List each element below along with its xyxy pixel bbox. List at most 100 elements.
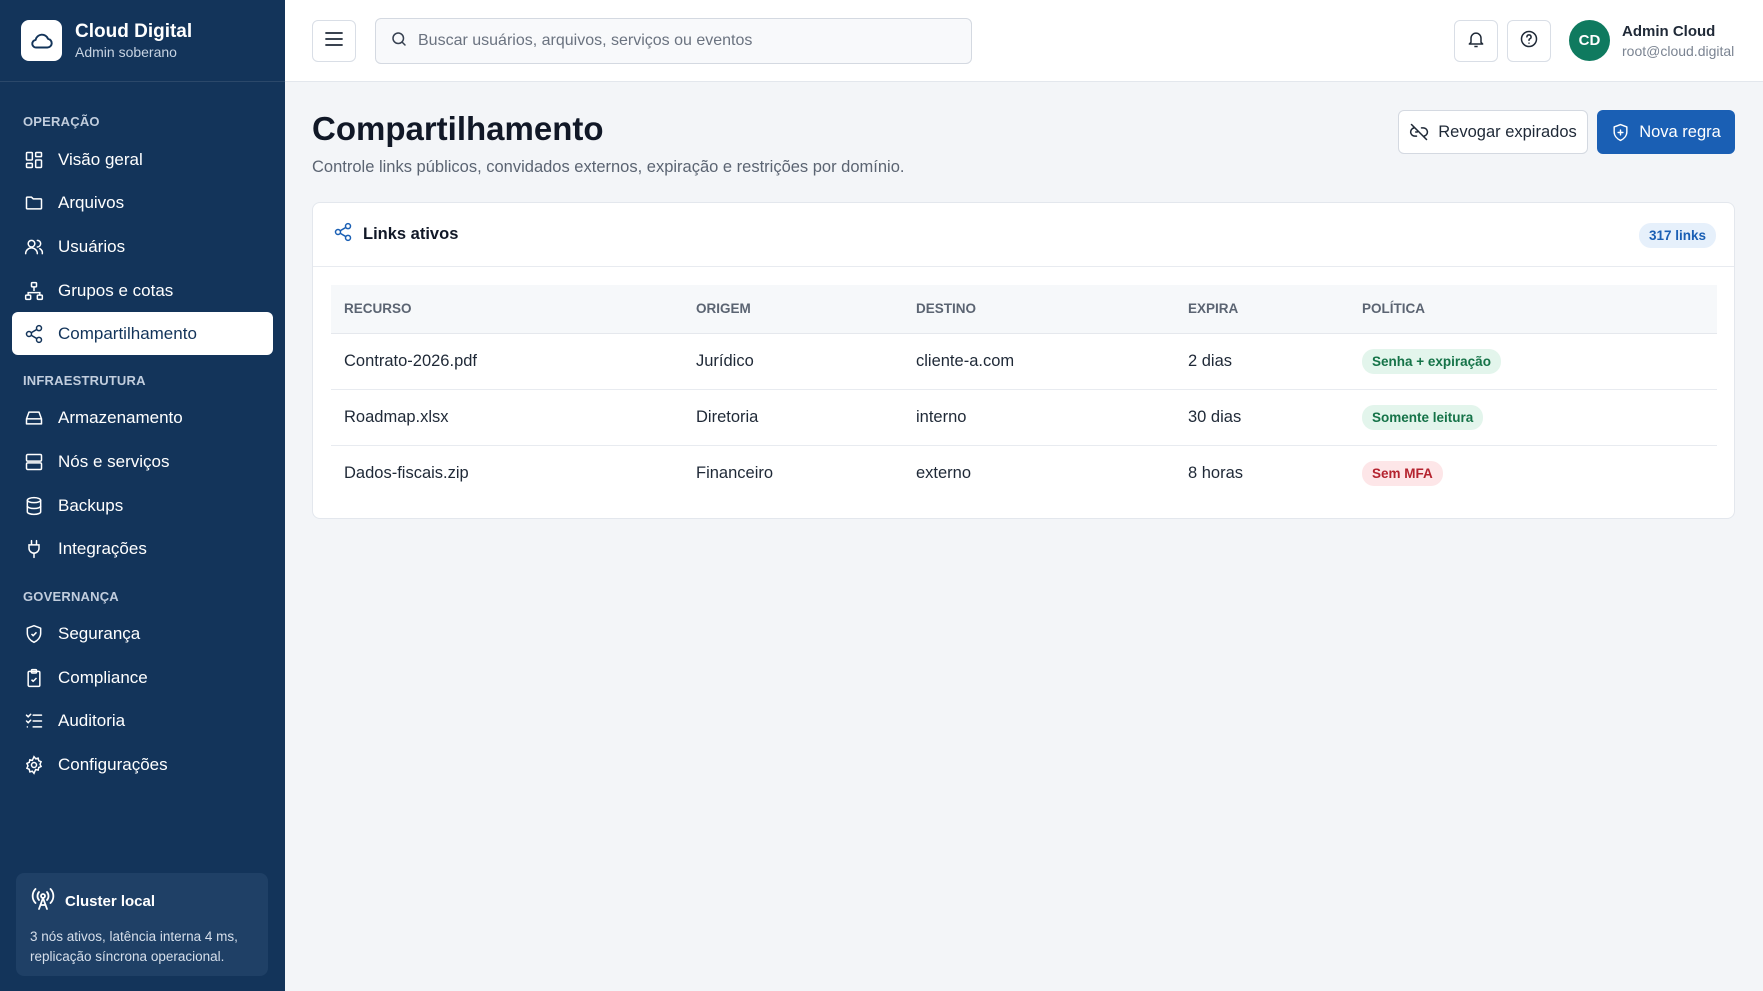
cloud-logo-icon [21, 20, 62, 61]
sidebar-item-usuarios[interactable]: Usuários [12, 225, 273, 268]
column-header-destino[interactable]: DESTINO [903, 285, 1175, 334]
card-header: Links ativos 317 links [313, 203, 1734, 267]
cell-resource: Roadmap.xlsx [331, 389, 683, 446]
hierarchy-icon [23, 280, 45, 302]
section-governanca: GOVERNANÇA [23, 589, 119, 604]
section-operacao: OPERAÇÃO [23, 114, 100, 129]
column-header-politica[interactable]: POLÍTICA [1349, 285, 1717, 334]
sidebar-item-label: Segurança [58, 623, 141, 643]
cell-policy: Senha + expiração [1349, 333, 1717, 390]
cell-policy: Sem MFA [1349, 445, 1717, 501]
user-name: Admin Cloud [1622, 23, 1716, 40]
sidebar-item-label: Visão geral [58, 149, 143, 169]
bell-icon [1466, 29, 1486, 54]
cell-expires: 8 horas [1188, 463, 1244, 482]
table-header-row: RECURSO ORIGEM DESTINO EXPIRA POLÍTICA [331, 285, 1717, 334]
cell-origin: Diretoria [683, 389, 903, 446]
broadcast-icon [30, 887, 56, 915]
table-row[interactable]: Dados-fiscais.zip Financeiro externo 8 h… [331, 445, 1717, 501]
share-icon [23, 323, 45, 345]
brand-subtitle: Admin soberano [75, 43, 177, 60]
sidebar-item-grupos-cotas[interactable]: Grupos e cotas [12, 269, 273, 312]
table-row[interactable]: Contrato-2026.pdf Jurídico cliente-a.com… [331, 333, 1717, 390]
sidebar-item-nos-servicos[interactable]: Nós e serviços [12, 440, 273, 483]
cell-resource: Dados-fiscais.zip [344, 463, 469, 482]
brand-title: Cloud Digital [75, 20, 193, 42]
sidebar-item-integracoes[interactable]: Integrações [12, 527, 273, 570]
shield-plus-icon [1611, 123, 1630, 142]
sidebar-item-auditoria[interactable]: Auditoria [12, 699, 273, 742]
sidebar-item-label: Nós e serviços [58, 451, 170, 471]
section-infraestrutura: INFRAESTRUTURA [23, 373, 146, 388]
help-button[interactable] [1507, 20, 1551, 62]
column-header-origem[interactable]: ORIGEM [683, 285, 903, 334]
sidebar-item-label: Configurações [58, 754, 168, 774]
sidebar-item-label: Compartilhamento [58, 323, 197, 343]
new-rule-button[interactable]: Nova regra [1597, 110, 1735, 154]
cell-origin: Jurídico [683, 333, 903, 390]
sidebar-item-compliance[interactable]: Compliance [12, 656, 273, 699]
page-subtitle: Controle links públicos, convidados exte… [312, 158, 905, 176]
folder-icon [23, 192, 45, 214]
sidebar-item-backups[interactable]: Backups [12, 484, 273, 527]
active-links-card: Links ativos 317 links RECURSO ORIGEM DE… [312, 202, 1735, 519]
gear-icon [23, 754, 45, 776]
new-rule-label: Nova regra [1639, 122, 1721, 141]
cell-expires: 2 dias [1175, 333, 1349, 390]
cell-resource: Contrato-2026.pdf [331, 333, 683, 390]
card-title: Links ativos [363, 225, 459, 243]
cell-destination: cliente-a.com [903, 333, 1175, 390]
sidebar-item-label: Armazenamento [58, 407, 183, 427]
link-off-icon [1409, 122, 1429, 142]
database-icon [23, 495, 45, 517]
sidebar-item-configuracoes[interactable]: Configurações [12, 743, 273, 786]
sidebar: Cloud Digital Admin soberano OPERAÇÃO Vi… [0, 0, 285, 991]
cell-expires: 30 dias [1175, 389, 1349, 446]
cell-destination: externo [916, 463, 972, 482]
search-icon [390, 30, 408, 53]
sidebar-item-arquivos[interactable]: Arquivos [12, 181, 273, 224]
sidebar-item-label: Compliance [58, 667, 148, 687]
sidebar-item-visao-geral[interactable]: Visão geral [12, 138, 273, 181]
policy-badge: Sem MFA [1362, 460, 1443, 486]
sidebar-item-armazenamento[interactable]: Armazenamento [12, 396, 273, 439]
menu-button[interactable] [312, 20, 356, 62]
help-circle-icon [1519, 29, 1539, 54]
policy-badge: Somente leitura [1362, 404, 1484, 430]
sidebar-item-label: Auditoria [58, 710, 126, 730]
topbar: CD Admin Cloud root@cloud.digital [285, 0, 1763, 82]
clipboard-check-icon [23, 667, 45, 689]
sidebar-item-compartilhamento[interactable]: Compartilhamento [12, 312, 273, 355]
users-icon [23, 236, 45, 258]
table-row[interactable]: Roadmap.xlsx Diretoria interno 30 dias S… [331, 389, 1717, 446]
list-check-icon [23, 710, 45, 732]
hamburger-icon [325, 31, 343, 52]
grid-icon [23, 149, 45, 171]
column-header-expira[interactable]: EXPIRA [1175, 285, 1349, 334]
cell-destination: interno [903, 389, 1175, 446]
links-count-badge: 317 links [1638, 223, 1716, 248]
cluster-description: 3 nós ativos, latência interna 4 ms, rep… [30, 929, 238, 964]
column-header-recurso[interactable]: RECURSO [331, 285, 683, 334]
cluster-status-card: Cluster local 3 nós ativos, latência int… [16, 873, 268, 976]
search-input[interactable] [418, 32, 958, 50]
share-icon [333, 222, 353, 247]
revoke-expired-button[interactable]: Revogar expirados [1398, 110, 1588, 154]
sidebar-item-label: Arquivos [58, 192, 125, 212]
sidebar-item-label: Usuários [58, 236, 126, 256]
brand: Cloud Digital Admin soberano [0, 0, 285, 82]
drive-icon [23, 407, 45, 429]
links-table: RECURSO ORIGEM DESTINO EXPIRA POLÍTICA C… [331, 285, 1717, 501]
sidebar-item-label: Backups [58, 495, 124, 515]
revoke-expired-label: Revogar expirados [1438, 122, 1577, 141]
avatar[interactable]: CD [1569, 20, 1610, 61]
cell-origin: Financeiro [696, 463, 774, 482]
server-icon [23, 451, 45, 473]
cluster-title: Cluster local [65, 892, 156, 910]
sidebar-item-label: Integrações [58, 538, 147, 558]
plug-icon [23, 538, 45, 560]
sidebar-item-label: Grupos e cotas [58, 280, 174, 300]
search-bar[interactable] [375, 18, 972, 64]
notifications-button[interactable] [1454, 20, 1498, 62]
sidebar-item-seguranca[interactable]: Segurança [12, 612, 273, 655]
